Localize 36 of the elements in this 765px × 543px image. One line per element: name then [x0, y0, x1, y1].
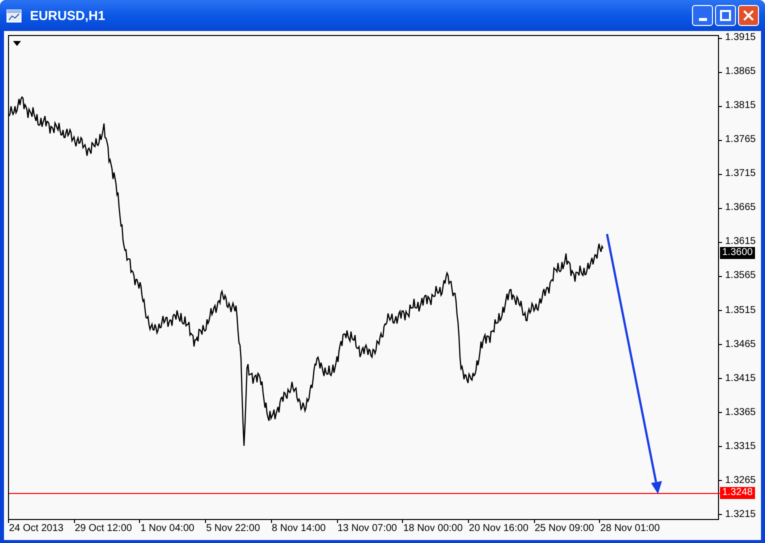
price-axis-label: 1.3465 [725, 338, 756, 351]
minimize-button[interactable] [692, 5, 713, 26]
price-axis-label: 1.3915 [725, 32, 756, 44]
price-axis-label: 1.3515 [725, 304, 756, 317]
maximize-icon [720, 10, 731, 21]
price-axis-label: 1.3765 [725, 134, 756, 146]
close-icon [743, 10, 754, 21]
time-axis-label: 13 Nov 07:00 [338, 523, 397, 535]
time-axis-label: 20 Nov 16:00 [468, 523, 528, 535]
price-marker-label: 1.3248 [720, 486, 755, 498]
time-axis-label: 18 Nov 00:00 [403, 523, 463, 535]
time-axis-label: 8 Nov 14:00 [272, 523, 326, 535]
minimize-icon [698, 18, 706, 21]
time-axis-label: 28 Nov 01:00 [600, 523, 660, 535]
time-axis-label: 24 Oct 2013 [9, 523, 64, 535]
window-title: EURUSD,H1 [30, 6, 106, 25]
maximize-button[interactable] [715, 5, 736, 26]
time-axis-label: 1 Nov 04:00 [140, 523, 194, 535]
price-axis-label: 1.3215 [725, 508, 756, 521]
price-marker-label: 1.3600 [720, 246, 755, 259]
price-axis-label: 1.3615 [725, 236, 756, 248]
time-axis-label: 5 Nov 22:00 [206, 523, 260, 535]
price-axis-label: 1.3865 [725, 66, 756, 78]
price-axis-label: 1.3715 [725, 168, 756, 180]
price-axis-label: 1.3415 [725, 372, 756, 385]
price-axis-label: 1.3315 [725, 440, 756, 453]
time-axis-label: 29 Oct 12:00 [74, 523, 132, 535]
time-axis-label: 25 Nov 09:00 [534, 523, 594, 535]
price-axis-label: 1.3565 [725, 270, 756, 282]
price-axis-label: 1.3365 [725, 406, 756, 419]
price-axis-label: 1.3265 [725, 474, 756, 487]
price-axis-label: 1.3665 [725, 202, 756, 214]
price-axis-label: 1.3815 [725, 100, 756, 112]
dropdown-arrow-icon[interactable] [13, 41, 21, 46]
chart-window-icon [6, 8, 22, 24]
close-button[interactable] [738, 5, 759, 26]
